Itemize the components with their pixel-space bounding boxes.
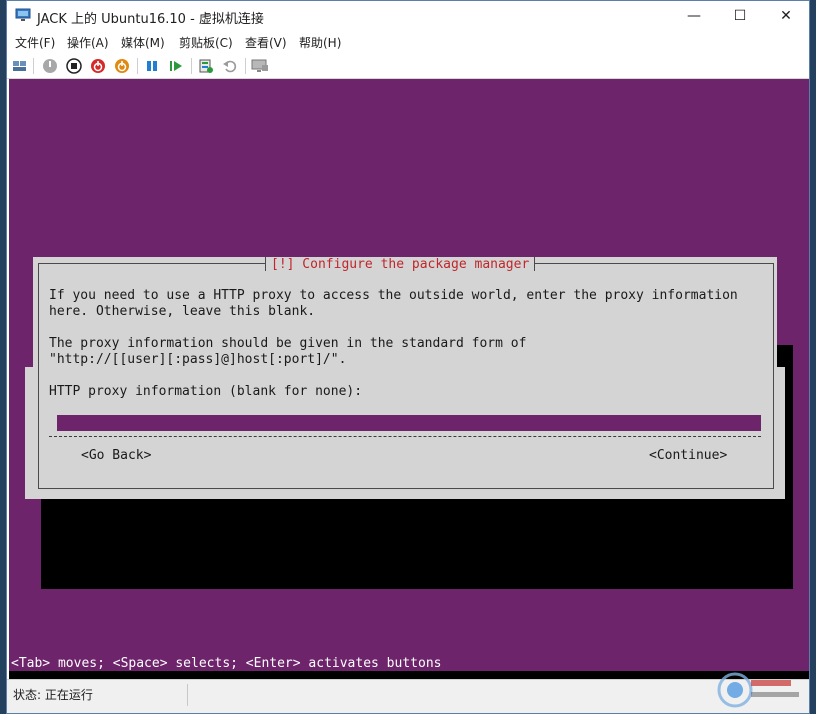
vm-connection-icon	[15, 8, 31, 21]
window-title: JACK 上的 Ubuntu16.10 - 虚拟机连接	[37, 12, 264, 27]
toolbar-separator	[191, 58, 192, 74]
menu-view[interactable]: 查看(V)	[245, 34, 287, 51]
continue-button[interactable]: <Continue>	[649, 448, 727, 464]
vm-screen[interactable]: [!] Configure the package manager If you…	[9, 79, 809, 679]
vm-status-text: 状态: 正在运行	[13, 688, 93, 702]
keyboard-hint: <Tab> moves; <Space> selects; <Enter> ac…	[11, 656, 442, 671]
close-button[interactable]: ✕	[763, 1, 809, 31]
toolbar	[7, 53, 809, 79]
maximize-button[interactable]: ☐	[717, 1, 763, 31]
menu-media[interactable]: 媒体(M)	[121, 34, 165, 51]
vm-connection-window: JACK 上的 Ubuntu16.10 - 虚拟机连接 — ☐ ✕ 文件(F) …	[6, 0, 810, 714]
menu-action[interactable]: 操作(A)	[67, 34, 109, 51]
resume-icon[interactable]	[167, 57, 185, 75]
watermark-logo	[717, 672, 799, 708]
close-icon: ✕	[780, 8, 792, 24]
title-bar[interactable]: JACK 上的 Ubuntu16.10 - 虚拟机连接 — ☐ ✕	[7, 1, 809, 31]
pause-icon[interactable]	[143, 57, 161, 75]
proxy-input[interactable]	[57, 415, 761, 431]
dialog-text-line: "http://[[user][:pass]@]host[:port]/".	[49, 352, 347, 367]
toolbar-separator	[245, 58, 246, 74]
go-back-button[interactable]: <Go Back>	[81, 448, 151, 464]
configure-package-manager-dialog: [!] Configure the package manager If you…	[33, 257, 777, 495]
start-icon[interactable]	[41, 57, 59, 75]
screen-bottom-band	[9, 671, 809, 679]
dialog-text-line: here. Otherwise, leave this blank.	[49, 304, 316, 319]
menu-file[interactable]: 文件(F)	[15, 34, 55, 51]
enhanced-session-icon[interactable]	[251, 57, 269, 75]
minimize-button[interactable]: —	[671, 1, 717, 31]
status-divider	[187, 684, 188, 706]
ctrl-alt-del-icon[interactable]	[11, 57, 29, 75]
dialog-text-line: If you need to use a HTTP proxy to acces…	[49, 288, 738, 303]
revert-icon[interactable]	[221, 57, 239, 75]
power-icon[interactable]	[113, 57, 131, 75]
menu-bar: 文件(F) 操作(A) 媒体(M) 剪贴板(C) 查看(V) 帮助(H)	[7, 31, 809, 53]
menu-clipboard[interactable]: 剪贴板(C)	[179, 34, 233, 51]
proxy-prompt-label: HTTP proxy information (blank for none):	[49, 384, 363, 399]
maximize-icon: ☐	[733, 8, 747, 24]
menu-help[interactable]: 帮助(H)	[299, 34, 341, 51]
shut-down-icon[interactable]	[89, 57, 107, 75]
dialog-title: [!] Configure the package manager	[265, 257, 536, 273]
turn-off-icon[interactable]	[65, 57, 83, 75]
toolbar-separator	[33, 58, 34, 74]
dialog-text-line: The proxy information should be given in…	[49, 336, 527, 351]
toolbar-separator	[137, 58, 138, 74]
status-bar: 状态: 正在运行	[7, 672, 809, 713]
minimize-icon: —	[687, 8, 701, 24]
checkpoint-icon[interactable]	[197, 57, 215, 75]
